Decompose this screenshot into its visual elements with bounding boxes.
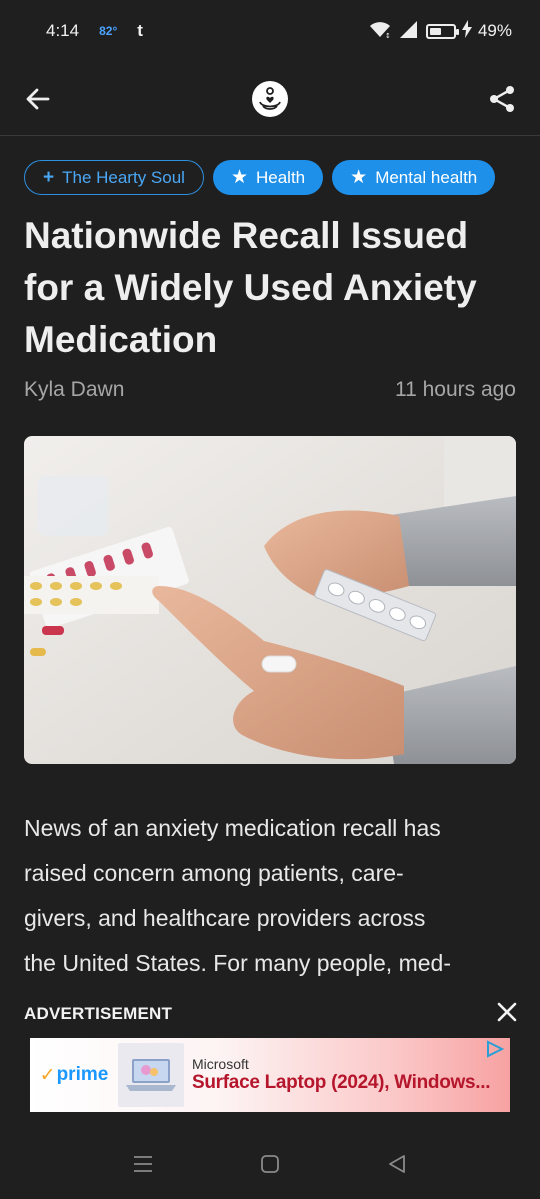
topic-chips: + The Hearty Soul ★ Health ★ Mental heal… (24, 160, 496, 195)
chip-label: The Hearty Soul (62, 167, 185, 187)
body-line: News of an anxiety medication recall has (24, 815, 441, 841)
clock: 4:14 (46, 21, 80, 40)
prime-label: prime (56, 1064, 109, 1085)
back-nav-button[interactable] (386, 1153, 408, 1180)
charging-icon (461, 19, 472, 43)
adchoices-icon[interactable] (484, 1040, 506, 1063)
star-icon: ★ (230, 167, 248, 188)
chip-label: Health (256, 167, 306, 187)
chip-mental-health[interactable]: ★ Mental health (332, 160, 496, 195)
chip-source-follow[interactable]: + The Hearty Soul (24, 160, 204, 195)
status-bar: 4:14 82° t ↕ 49% (0, 0, 540, 62)
article-hero-image (24, 436, 516, 764)
screen: 4:14 82° t ↕ 49% + The Hearty Soul ★ Hea… (0, 0, 540, 1199)
article-title: Nationwide Recall Issued for a Widely Us… (24, 215, 477, 360)
ad-label: ADVERTISEMENT (24, 1004, 173, 1023)
share-icon (490, 85, 514, 112)
svg-text:↕: ↕ (385, 32, 391, 39)
article-body: News of an anxiety medication recall has… (24, 806, 519, 986)
home-square-icon (261, 1154, 279, 1173)
laptop-image (118, 1043, 184, 1107)
home-button[interactable] (259, 1153, 281, 1180)
ad-brand: Microsoft (192, 1056, 249, 1072)
app-logo[interactable] (252, 80, 288, 117)
status-right: ↕ 49% (368, 19, 512, 44)
wifi-icon: ↕ (368, 19, 392, 44)
body-line: the United States. For many people, med- (24, 950, 451, 976)
chip-health[interactable]: ★ Health (212, 160, 324, 195)
signal-icon (398, 19, 418, 44)
plus-icon: + (43, 167, 55, 188)
chip-label: Mental health (375, 167, 478, 187)
body-line: raised concern among patients, care- (24, 860, 404, 886)
weather-temperature: 82° (99, 24, 118, 38)
menu-lines-icon (134, 1155, 153, 1172)
body-line: givers, and healthcare providers across (24, 905, 426, 931)
ad-texts: Microsoft Surface Laptop (2024), Windows… (192, 1056, 491, 1094)
arrow-left-icon (26, 88, 50, 109)
prime-badge: ✓ prime (30, 1064, 118, 1087)
recent-apps-button[interactable] (132, 1154, 154, 1179)
battery-icon (425, 23, 459, 39)
ad-header: ADVERTISEMENT (0, 996, 540, 1032)
app-bar (0, 62, 540, 136)
publish-time: 11 hours ago (394, 378, 516, 401)
byline: Kyla Dawn 11 hours ago (24, 378, 516, 402)
status-left: 4:14 82° t (46, 21, 143, 41)
heart-lotus-logo (259, 86, 281, 110)
ad-banner[interactable]: ✓ prime Microsoft Surface Laptop (2024),… (30, 1038, 510, 1112)
ad-close-button[interactable] (496, 1001, 518, 1028)
check-icon: ✓ (39, 1064, 56, 1086)
battery-level (429, 27, 441, 35)
notification-icon: t (137, 21, 143, 40)
share-button[interactable] (486, 83, 518, 115)
star-icon: ★ (350, 167, 368, 188)
author-name[interactable]: Kyla Dawn (24, 378, 124, 402)
battery-percent: 49% (477, 21, 512, 40)
system-nav-bar (0, 1133, 540, 1199)
back-button[interactable] (22, 83, 54, 115)
triangle-back-icon (388, 1154, 405, 1173)
ad-product: Surface Laptop (2024), Windows... (192, 1072, 491, 1093)
close-icon (497, 1002, 517, 1021)
